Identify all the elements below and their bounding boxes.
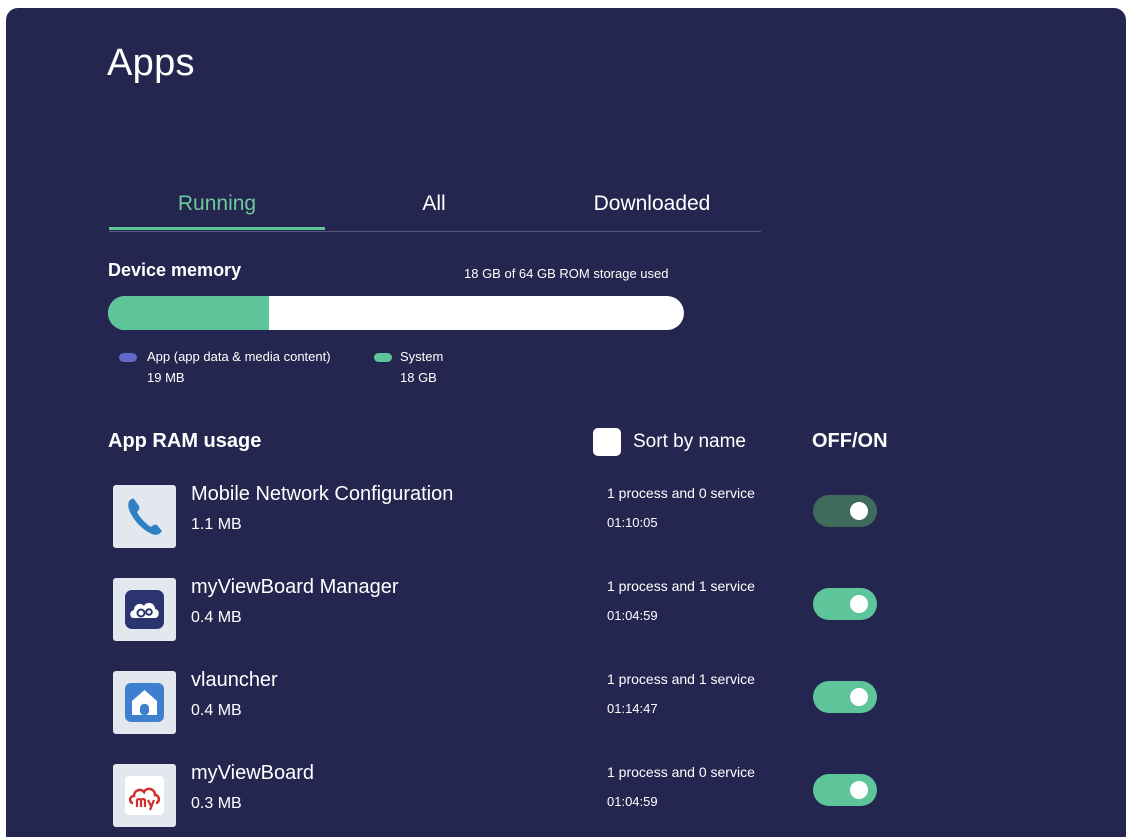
app-ram-usage-title: App RAM usage bbox=[108, 430, 262, 452]
system-legend-label: System bbox=[400, 349, 444, 364]
toggle-knob bbox=[850, 595, 868, 613]
tab-running[interactable]: Running bbox=[109, 184, 325, 230]
app-legend-label: App (app data & media content) bbox=[147, 349, 331, 364]
tab-bar: Running All Downloaded bbox=[109, 184, 761, 232]
sort-by-name-checkbox[interactable] bbox=[593, 428, 621, 456]
home-icon bbox=[113, 671, 176, 734]
app-toggle[interactable] bbox=[813, 495, 877, 527]
app-row-myviewboard-manager[interactable]: myViewBoard Manager 0.4 MB 1 process and… bbox=[6, 576, 1126, 671]
toggle-knob bbox=[850, 688, 868, 706]
app-size: 0.4 MB bbox=[191, 702, 242, 719]
app-toggle[interactable] bbox=[813, 588, 877, 620]
tab-downloaded[interactable]: Downloaded bbox=[543, 184, 761, 230]
storage-used-text: 18 GB of 64 GB ROM storage used bbox=[464, 266, 669, 281]
app-size: 0.4 MB bbox=[191, 609, 242, 626]
app-runtime: 01:10:05 bbox=[607, 515, 658, 530]
sort-by-name-label[interactable]: Sort by name bbox=[633, 431, 746, 453]
app-legend-value: 19 MB bbox=[147, 370, 185, 385]
app-name: myViewBoard Manager bbox=[191, 576, 399, 598]
device-memory-title: Device memory bbox=[108, 260, 242, 280]
apps-window: Apps Running All Downloaded Device memor… bbox=[6, 8, 1126, 837]
page-title: Apps bbox=[107, 42, 195, 84]
memory-usage-fill bbox=[108, 296, 270, 330]
app-runtime: 01:14:47 bbox=[607, 701, 658, 716]
cloud-gears-icon bbox=[113, 578, 176, 641]
toggle-knob bbox=[850, 781, 868, 799]
app-legend-dot bbox=[119, 353, 137, 362]
app-processes: 1 process and 1 service bbox=[607, 578, 755, 594]
app-toggle[interactable] bbox=[813, 774, 877, 806]
app-size: 0.3 MB bbox=[191, 795, 242, 812]
app-processes: 1 process and 0 service bbox=[607, 764, 755, 780]
app-runtime: 01:04:59 bbox=[607, 608, 658, 623]
memory-usage-bar bbox=[108, 296, 684, 330]
app-name: Mobile Network Configuration bbox=[191, 483, 454, 505]
system-legend-value: 18 GB bbox=[400, 370, 437, 385]
myviewboard-logo-icon bbox=[113, 764, 176, 827]
app-row-mobile-network[interactable]: Mobile Network Configuration 1.1 MB 1 pr… bbox=[6, 483, 1126, 578]
tab-all[interactable]: All bbox=[325, 184, 543, 230]
phone-icon bbox=[113, 485, 176, 548]
toggle-knob bbox=[850, 502, 868, 520]
app-row-vlauncher[interactable]: vlauncher 0.4 MB 1 process and 1 service… bbox=[6, 669, 1126, 764]
app-processes: 1 process and 0 service bbox=[607, 485, 755, 501]
app-name: vlauncher bbox=[191, 669, 278, 691]
app-size: 1.1 MB bbox=[191, 516, 242, 533]
app-runtime: 01:04:59 bbox=[607, 794, 658, 809]
app-name: myViewBoard bbox=[191, 762, 315, 784]
app-toggle[interactable] bbox=[813, 681, 877, 713]
app-row-myviewboard[interactable]: myViewBoard 0.3 MB 1 process and 0 servi… bbox=[6, 762, 1126, 837]
app-processes: 1 process and 1 service bbox=[607, 671, 755, 687]
system-legend-dot bbox=[374, 353, 392, 362]
off-on-header: OFF/ON bbox=[812, 430, 888, 452]
